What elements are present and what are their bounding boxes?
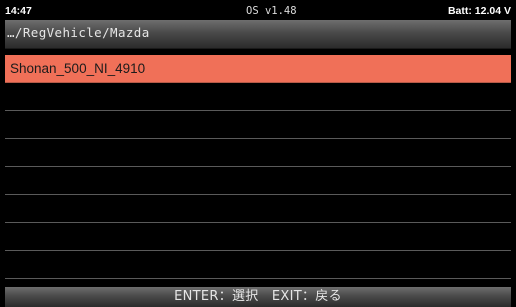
list-item[interactable] [5,251,511,279]
key-hint-text: ENTER：選択 EXIT：戻る [174,289,342,304]
list-item[interactable] [5,83,511,111]
breadcrumb-path: …/RegVehicle/Mazda [7,25,150,40]
list-item[interactable] [5,139,511,167]
list-item[interactable] [5,167,511,195]
vehicle-list: Shonan_500_NI_4910 [5,55,511,284]
os-version: OS v1.48 [246,5,297,17]
battery-voltage: Batt: 12.04 V [447,5,511,17]
list-item[interactable]: Shonan_500_NI_4910 [5,55,511,83]
list-item-label: Shonan_500_NI_4910 [10,61,146,76]
device-screen: 14:47 OS v1.48 Batt: 12.04 V …/RegVehicl… [0,0,516,307]
list-item[interactable] [5,111,511,139]
list-item[interactable] [5,223,511,251]
breadcrumb: …/RegVehicle/Mazda [5,20,511,49]
clock: 14:47 [5,5,32,17]
list-item[interactable] [5,195,511,223]
status-bar: 14:47 OS v1.48 Batt: 12.04 V [5,4,511,19]
key-hint-bar: ENTER：選択 EXIT：戻る [5,287,511,307]
